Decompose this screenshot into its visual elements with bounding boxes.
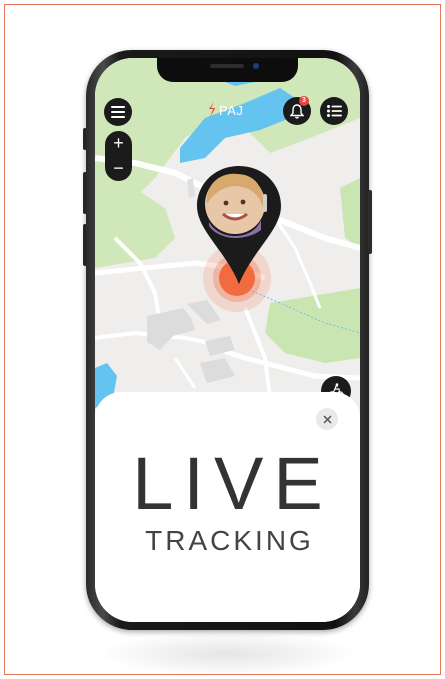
phone-screen: PAJ 3 + − LIVE TRACKING bbox=[95, 58, 360, 622]
zoom-control: + − bbox=[105, 131, 132, 181]
app-logo-text: PAJ bbox=[219, 102, 244, 118]
panel-title: LIVE bbox=[132, 442, 333, 525]
close-icon bbox=[322, 414, 332, 424]
menu-button[interactable] bbox=[104, 98, 132, 126]
app-logo: PAJ bbox=[208, 100, 243, 120]
phone-notch bbox=[157, 58, 298, 82]
menu-icon bbox=[111, 106, 125, 118]
phone-reflection bbox=[96, 632, 358, 676]
zoom-in-button[interactable]: + bbox=[105, 131, 132, 156]
list-icon bbox=[326, 105, 342, 117]
location-pin-icon[interactable] bbox=[195, 164, 283, 286]
phone-speaker bbox=[210, 64, 244, 68]
close-panel-button[interactable] bbox=[316, 408, 338, 430]
notification-badge: 3 bbox=[299, 96, 309, 106]
paj-logo-mark-icon bbox=[209, 102, 215, 118]
phone-power-button bbox=[368, 190, 372, 254]
zoom-out-button[interactable]: − bbox=[105, 156, 132, 181]
phone-camera bbox=[253, 63, 259, 69]
panel-subtitle: TRACKING bbox=[145, 525, 314, 556]
device-list-button[interactable] bbox=[320, 97, 348, 125]
